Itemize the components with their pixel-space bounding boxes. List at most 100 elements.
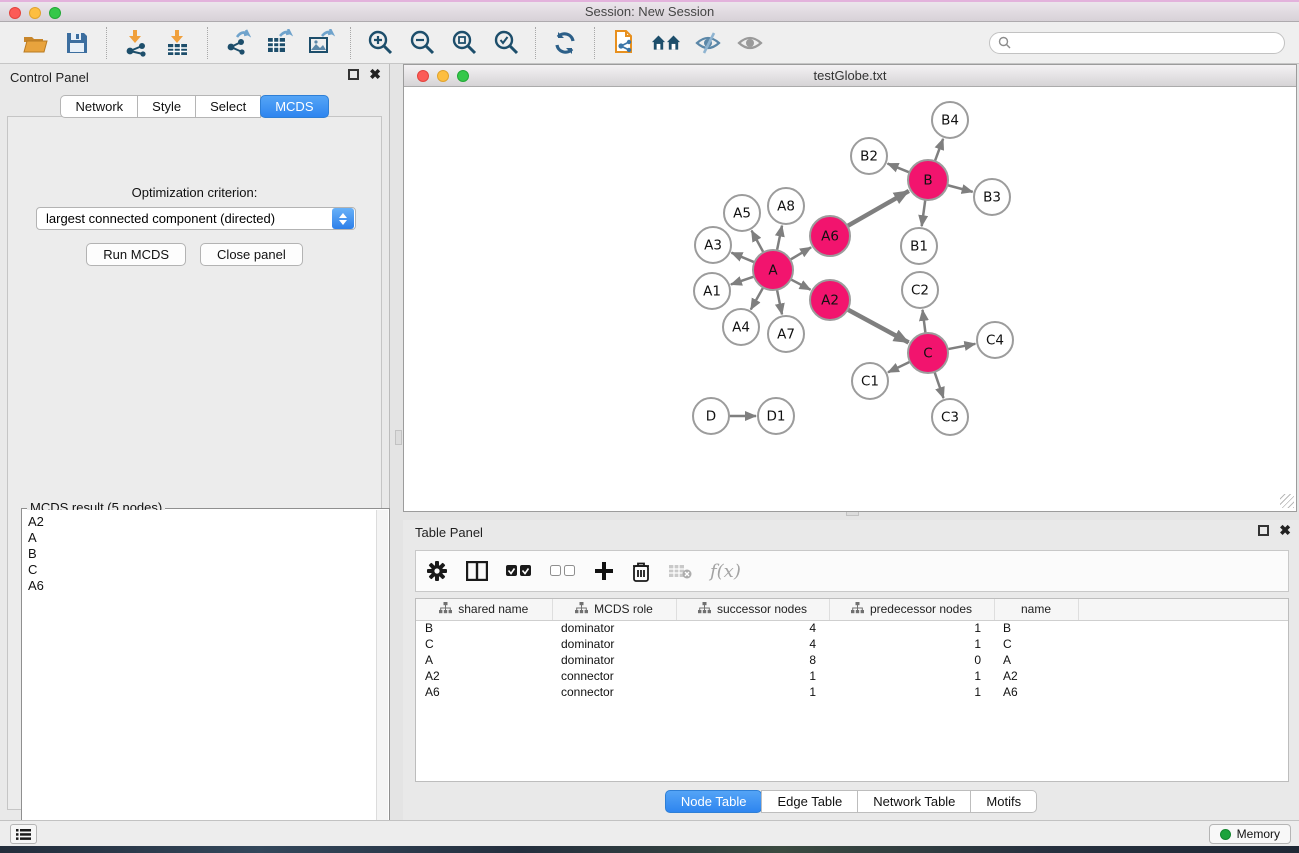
edge-B-B4[interactable] (935, 139, 943, 161)
network-graph[interactable]: B4B2BB3A5A8A6A3B1AA1C2A2A4A7C4CC1C3DD1 (404, 87, 1296, 510)
zoom-in-icon[interactable] (365, 28, 395, 58)
result-scrollbar[interactable] (376, 510, 388, 851)
edge-A6-B[interactable] (847, 191, 909, 226)
result-item[interactable]: C (28, 562, 376, 578)
show-panel-icon[interactable] (735, 28, 765, 58)
select-all-icon[interactable] (506, 565, 532, 577)
clone-network-icon[interactable] (609, 28, 639, 58)
table-row[interactable]: A2connector11A2 (416, 668, 1288, 684)
edge-A-A8[interactable] (777, 226, 782, 251)
close-panel-button[interactable]: Close panel (200, 243, 303, 266)
minimize-network-button[interactable] (437, 70, 449, 82)
tab-motifs[interactable]: Motifs (970, 790, 1037, 813)
vertical-scroll-thumb[interactable] (395, 430, 402, 445)
open-file-icon[interactable] (20, 28, 50, 58)
float-panel-icon[interactable] (348, 69, 359, 80)
search-field[interactable] (989, 32, 1285, 54)
column-header[interactable]: name (994, 599, 1078, 620)
edge-B-B2[interactable] (888, 164, 910, 173)
close-table-panel-icon[interactable]: ✖ (1279, 525, 1291, 536)
result-item[interactable]: A6 (28, 578, 376, 594)
edge-C-C4[interactable] (948, 344, 976, 349)
import-table-icon[interactable] (163, 28, 193, 58)
table-row[interactable]: Bdominator41B (416, 620, 1288, 636)
zoom-out-icon[interactable] (407, 28, 437, 58)
edge-B-B3[interactable] (947, 185, 972, 192)
minimize-window-button[interactable] (29, 7, 41, 19)
network-window-title: testGlobe.txt (814, 68, 887, 83)
node-table[interactable]: shared nameMCDS rolesuccessor nodesprede… (415, 598, 1289, 782)
edge-A-A2[interactable] (791, 279, 811, 289)
result-item[interactable]: B (28, 546, 376, 562)
tab-edge-table[interactable]: Edge Table (761, 790, 858, 813)
close-window-button[interactable] (9, 7, 21, 19)
edge-A-A3[interactable] (731, 253, 754, 263)
table-header-row[interactable]: shared nameMCDS rolesuccessor nodesprede… (416, 599, 1288, 620)
export-network-icon[interactable] (222, 28, 252, 58)
table-row[interactable]: Cdominator41C (416, 636, 1288, 652)
edge-A2-C[interactable] (848, 310, 909, 343)
hide-panel-icon[interactable] (693, 28, 723, 58)
search-input[interactable] (1016, 36, 1276, 50)
column-header[interactable]: shared name (416, 599, 552, 620)
add-column-icon[interactable] (594, 561, 614, 581)
column-header[interactable]: successor nodes (676, 599, 829, 620)
refresh-icon[interactable] (550, 28, 580, 58)
network-window-titlebar[interactable]: testGlobe.txt (404, 65, 1296, 87)
mcds-result-list[interactable]: A2ABCA6 (23, 510, 376, 851)
criterion-dropdown[interactable]: largest connected component (directed) (36, 207, 356, 230)
export-image-icon[interactable] (306, 28, 336, 58)
unselect-all-icon[interactable] (550, 565, 576, 577)
edge-C-C2[interactable] (923, 310, 926, 333)
delete-column-icon[interactable] (632, 561, 650, 582)
cytoscape-app: Session: New Session (0, 0, 1299, 853)
edge-A-A7[interactable] (777, 290, 782, 315)
node-label-A7: A7 (777, 327, 795, 343)
network-canvas[interactable]: B4B2BB3A5A8A6A3B1AA1C2A2A4A7C4CC1C3DD1 (404, 87, 1296, 510)
node-label-C: C (923, 346, 932, 362)
memory-button[interactable]: Memory (1209, 824, 1291, 844)
node-label-C2: C2 (911, 283, 929, 299)
gear-icon[interactable] (426, 560, 448, 582)
table-row[interactable]: A6connector11A6 (416, 684, 1288, 700)
result-item[interactable]: A2 (28, 514, 376, 530)
edge-B-B1[interactable] (922, 200, 926, 226)
tab-network[interactable]: Network (60, 95, 138, 118)
import-network-icon[interactable] (121, 28, 151, 58)
column-header[interactable]: MCDS role (552, 599, 676, 620)
result-item[interactable]: A (28, 530, 376, 546)
tab-network-table[interactable]: Network Table (857, 790, 971, 813)
edge-A-A4[interactable] (751, 287, 763, 309)
table-row[interactable]: Adominator80A (416, 652, 1288, 668)
column-header[interactable]: predecessor nodes (829, 599, 994, 620)
tab-mcds[interactable]: MCDS (260, 95, 328, 118)
zoom-fit-icon[interactable] (449, 28, 479, 58)
zoom-window-button[interactable] (49, 7, 61, 19)
edge-A-A6[interactable] (790, 247, 811, 259)
save-session-icon[interactable] (62, 28, 92, 58)
tab-node-table[interactable]: Node Table (665, 790, 763, 813)
edge-C-C1[interactable] (888, 362, 910, 373)
task-history-button[interactable] (10, 824, 37, 844)
run-mcds-button[interactable]: Run MCDS (86, 243, 186, 266)
node-label-A4: A4 (732, 320, 750, 336)
status-bar: Memory (0, 820, 1299, 846)
tab-select[interactable]: Select (195, 95, 261, 118)
tree-icon (698, 602, 711, 617)
edge-A-A5[interactable] (752, 231, 764, 253)
edge-C-C3[interactable] (935, 372, 944, 398)
close-panel-icon[interactable]: ✖ (369, 69, 381, 80)
close-network-button[interactable] (417, 70, 429, 82)
zoom-selected-icon[interactable] (491, 28, 521, 58)
zoom-network-button[interactable] (457, 70, 469, 82)
window-resize-grip[interactable] (1280, 494, 1294, 508)
column-view-icon[interactable] (466, 561, 488, 581)
delete-table-icon[interactable] (668, 563, 692, 579)
float-table-panel-icon[interactable] (1258, 525, 1269, 536)
edge-A-A1[interactable] (731, 277, 754, 285)
export-table-icon[interactable] (264, 28, 294, 58)
tab-style[interactable]: Style (137, 95, 196, 118)
function-builder-icon[interactable]: f(x) (710, 561, 741, 582)
home-views-icon[interactable] (651, 28, 681, 58)
window-titlebar[interactable]: Session: New Session (0, 0, 1299, 22)
